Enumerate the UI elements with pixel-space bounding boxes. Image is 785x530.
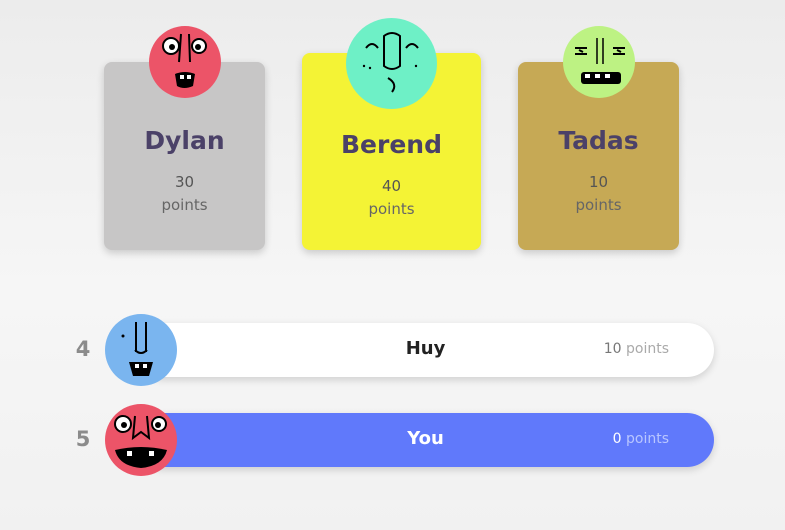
player-name: Berend (341, 130, 442, 159)
avatar-monster-icon (105, 404, 177, 476)
points-label: points (575, 196, 622, 214)
points-label: points (626, 431, 669, 447)
player-points: 10 (588, 173, 609, 191)
rank-number: 4 (75, 337, 91, 361)
avatar-monster-icon (105, 314, 177, 386)
player-name: Tadas (558, 126, 639, 155)
points-label: points (626, 341, 669, 357)
player-points: 40 (381, 177, 402, 195)
player-points: 10 (603, 341, 622, 357)
player-name: Dylan (144, 126, 225, 155)
points-label: points (161, 196, 208, 214)
leaderboard-row-you[interactable]: You 0 points (137, 413, 714, 467)
player-points: 30 (174, 173, 195, 191)
avatar-monster-icon (346, 18, 437, 109)
avatar-monster-icon (149, 26, 221, 98)
leaderboard-row[interactable]: Huy 10 points (137, 323, 714, 377)
points-label: points (368, 200, 415, 218)
rank-number: 5 (75, 427, 91, 451)
player-points: 0 (612, 431, 622, 447)
avatar-monster-icon (563, 26, 635, 98)
